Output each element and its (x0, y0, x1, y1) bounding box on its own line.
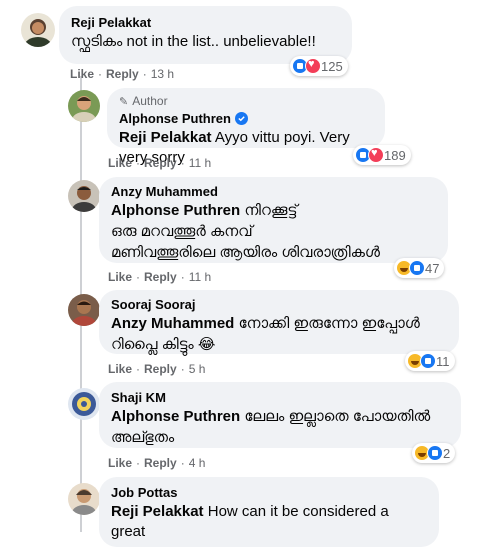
like-icon (420, 353, 436, 369)
author-badge: ✎ Author (119, 94, 373, 108)
reply-link[interactable]: Reply (144, 156, 177, 170)
comment-text-line: മണിവത്തൂരിലെ ആയിരം ശിവരാത്രികൾ (111, 244, 380, 261)
avatar[interactable] (21, 13, 55, 47)
comment-text-line: റിപ്ലൈ കിട്ടും 😂 (111, 336, 216, 353)
comment-actions: Like · Reply · 5 h (108, 362, 206, 376)
comment-text: Alphonse Puthren നിറക്കൂട്ട് (111, 201, 436, 221)
reaction-count[interactable]: 47 (394, 258, 445, 278)
comment-actions: Like · Reply · 13 h (70, 67, 175, 81)
reaction-count[interactable]: 11 (405, 351, 455, 371)
pen-icon: ✎ (119, 95, 129, 108)
avatar[interactable] (68, 180, 100, 212)
commenter-name[interactable]: Alphonse Puthren (119, 110, 373, 127)
comment-actions: Like · Reply · 11 h (108, 156, 212, 170)
mention-link[interactable]: Reji Pelakkat (119, 129, 212, 146)
comment-bubble: Anzy Muhammed Alphonse Puthren നിറക്കൂട്… (99, 177, 448, 263)
verified-badge-icon (234, 112, 248, 125)
comment-bubble: Sooraj Sooraj Anzy Muhammed നോക്കി ഇരുന്… (99, 290, 459, 354)
comment-body-line: ലേലം ഇല്ലാതെ പോയതിൽ (240, 408, 431, 425)
comment-text: സ്ഫടികം not in the list.. unbelievable!! (71, 33, 316, 50)
reply-link[interactable]: Reply (106, 67, 139, 81)
comment-text: Alphonse Puthren ലേലം ഇല്ലാതെ പോയതിൽ (111, 407, 449, 427)
comment-bubble: Shaji KM Alphonse Puthren ലേലം ഇല്ലാതെ പ… (99, 382, 461, 448)
commenter-name[interactable]: Job Pottas (111, 484, 427, 501)
reaction-number: 11 (436, 353, 450, 369)
love-icon (305, 58, 321, 74)
reaction-count[interactable]: 189 (353, 145, 411, 165)
reply-link[interactable]: Reply (144, 456, 177, 470)
comment-text: Anzy Muhammed നോക്കി ഇരുന്നോ ഇപ്പോൾ (111, 314, 447, 334)
timestamp[interactable]: 11 h (189, 156, 211, 170)
reaction-number: 189 (384, 147, 406, 163)
comment-bubble: ✎ Author Alphonse Puthren Reji Pelakkat … (107, 88, 385, 166)
avatar[interactable] (68, 90, 100, 122)
comment-body-line: നോക്കി ഇരുന്നോ ഇപ്പോൾ (234, 315, 420, 332)
comment-text: Reji Pelakkat How can it be considered a… (111, 502, 427, 542)
avatar[interactable] (68, 483, 100, 515)
like-icon (427, 445, 443, 461)
reaction-count[interactable]: 125 (290, 56, 348, 76)
comment-text-line: ഒരു മറവത്തൂർ കനവ് (111, 223, 253, 240)
timestamp[interactable]: 11 h (189, 270, 211, 284)
reaction-number: 2 (443, 445, 451, 461)
timestamp[interactable]: 13 h (151, 67, 174, 81)
like-link[interactable]: Like (108, 156, 132, 170)
avatar[interactable] (68, 388, 100, 420)
reaction-number: 125 (321, 58, 343, 74)
mention-link[interactable]: Reji Pelakkat (111, 503, 204, 520)
like-link[interactable]: Like (108, 456, 132, 470)
mention-link[interactable]: Alphonse Puthren (111, 202, 240, 219)
commenter-name[interactable]: Shaji KM (111, 389, 449, 406)
like-link[interactable]: Like (108, 270, 132, 284)
comment-body-line: നിറക്കൂട്ട് (240, 202, 298, 219)
like-icon (409, 260, 425, 276)
like-link[interactable]: Like (108, 362, 132, 376)
reaction-count[interactable]: 2 (412, 443, 456, 463)
commenter-name-text[interactable]: Alphonse Puthren (119, 110, 231, 127)
commenter-name[interactable]: Anzy Muhammed (111, 183, 436, 200)
mention-link[interactable]: Anzy Muhammed (111, 315, 234, 332)
comment-actions: Like · Reply · 4 h (108, 456, 206, 470)
commenter-name[interactable]: Reji Pelakkat (71, 14, 340, 31)
comment-text-line: അല്ഭുതം (111, 429, 175, 446)
reply-link[interactable]: Reply (144, 362, 177, 376)
like-link[interactable]: Like (70, 67, 94, 81)
mention-link[interactable]: Alphonse Puthren (111, 408, 240, 425)
reply-link[interactable]: Reply (144, 270, 177, 284)
love-icon (368, 147, 384, 163)
comment-actions: Like · Reply · 11 h (108, 270, 212, 284)
commenter-name[interactable]: Sooraj Sooraj (111, 296, 447, 313)
timestamp[interactable]: 5 h (189, 362, 206, 376)
author-tag-label: Author (132, 94, 168, 108)
comment-bubble: Job Pottas Reji Pelakkat How can it be c… (99, 477, 439, 547)
avatar[interactable] (68, 294, 100, 326)
reaction-number: 47 (425, 260, 440, 276)
timestamp[interactable]: 4 h (189, 456, 206, 470)
